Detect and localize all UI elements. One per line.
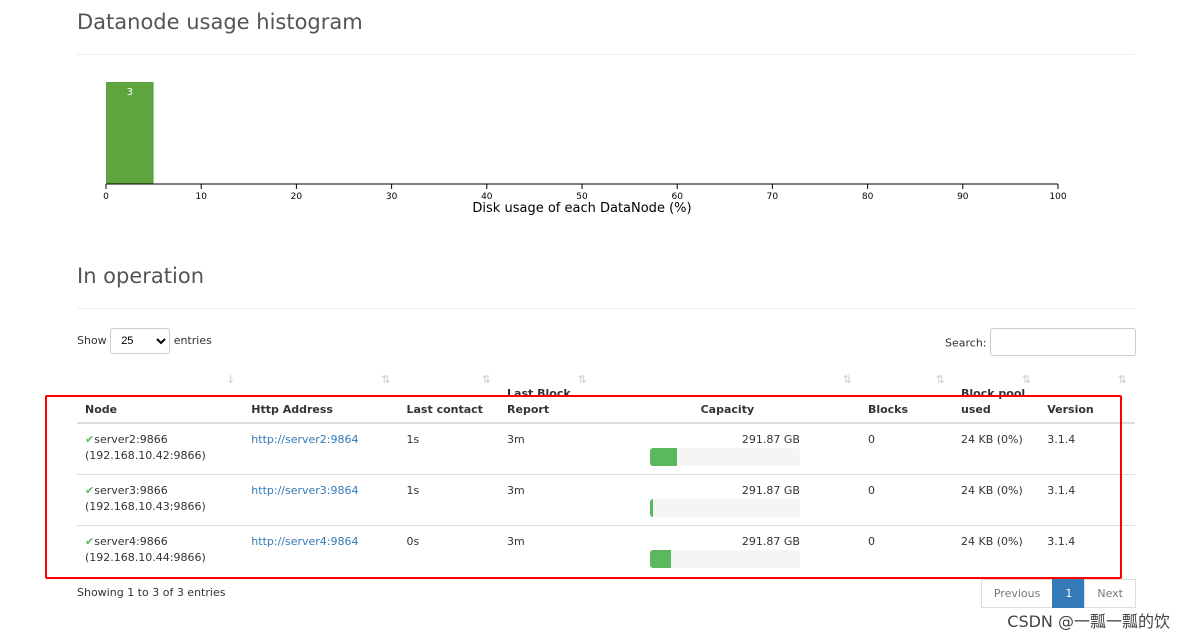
column-header[interactable]: Capacity ⇅ xyxy=(594,368,860,424)
column-label: Capacity xyxy=(700,403,755,416)
sort-icon[interactable]: ⇅ xyxy=(936,372,945,388)
usage-bar-fill xyxy=(649,499,653,517)
last-block-report: 3m xyxy=(499,474,595,526)
node-name: server2:9866 xyxy=(94,433,168,446)
last-contact: 1s xyxy=(398,422,500,475)
x-tick-label: 70 xyxy=(767,192,779,202)
http-address-link[interactable]: http://server3:9864 xyxy=(251,484,358,497)
page-size-select[interactable]: 25 xyxy=(110,328,171,354)
page-size-control: Show 25 entries xyxy=(77,328,212,354)
datanode-table: Node ↓ Http Address ⇅ Last contact ⇅ Last Bloc… xyxy=(77,368,1135,576)
table-row: ✔server2:9866 (192.168.10.42:9866) http:/… xyxy=(77,422,1135,475)
check-icon: ✔ xyxy=(85,484,95,497)
column-header[interactable]: Last Block Report ⇅ xyxy=(499,368,595,424)
column-header[interactable]: Http Address ⇅ xyxy=(243,368,399,424)
operation-title: In operation xyxy=(77,264,205,288)
x-tick-label: 20 xyxy=(291,192,303,202)
pagination: Previous 1 Next xyxy=(980,579,1136,608)
block-pool-used: 24 KB (0%) xyxy=(953,525,1040,576)
blocks: 0 xyxy=(859,474,954,526)
blocks: 0 xyxy=(859,525,954,576)
x-tick-label: 100 xyxy=(1049,192,1066,202)
show-label: Show xyxy=(77,334,107,347)
sort-icon[interactable]: ⇅ xyxy=(578,372,587,388)
version: 3.1.4 xyxy=(1039,422,1135,475)
node-name: server3:9866 xyxy=(94,484,168,497)
usage-bar xyxy=(649,499,800,517)
column-header[interactable]: Blocks ⇅ xyxy=(859,368,954,424)
sort-asc-icon[interactable]: ↓ xyxy=(226,372,235,388)
previous-button[interactable]: Previous xyxy=(980,579,1054,608)
search-input[interactable] xyxy=(990,328,1136,356)
sort-icon[interactable]: ⇅ xyxy=(843,372,852,388)
bar-label: 3 xyxy=(127,87,133,98)
check-icon: ✔ xyxy=(85,433,95,446)
column-label: Blocks xyxy=(867,403,909,416)
sort-icon[interactable]: ⇅ xyxy=(1118,372,1127,388)
column-label: Last contact xyxy=(406,403,483,416)
column-label: Http Address xyxy=(251,403,333,416)
x-tick-label: 10 xyxy=(195,192,207,202)
version: 3.1.4 xyxy=(1039,525,1135,576)
column-label: Node xyxy=(85,403,118,416)
table-row: ✔server4:9866 (192.168.10.44:9866) http:/… xyxy=(77,525,1135,576)
block-pool-used: 24 KB (0%) xyxy=(953,474,1040,526)
node-ip: (192.168.10.43:9866) xyxy=(85,500,206,513)
column-header[interactable]: Block pool used ⇅ xyxy=(953,368,1040,424)
capacity: 291.87 GB xyxy=(741,484,800,497)
watermark: CSDN @一瓢一瓢的饮 xyxy=(1007,612,1170,631)
sort-icon[interactable]: ⇅ xyxy=(381,372,390,388)
usage-histogram: 30 10 20 30 40 50 60 70 80 90 100Disk usage of eac… xyxy=(103,82,1067,216)
x-tick-label: 30 xyxy=(386,192,398,202)
search-label: Search: xyxy=(945,336,987,350)
divider xyxy=(77,54,1135,55)
check-icon: ✔ xyxy=(85,535,95,548)
x-tick-label: 80 xyxy=(862,192,874,202)
last-block-report: 3m xyxy=(499,525,595,576)
usage-bar xyxy=(649,448,800,466)
page-1-button[interactable]: 1 xyxy=(1052,579,1086,608)
x-tick-label: 0 xyxy=(103,192,109,202)
next-button[interactable]: Next xyxy=(1084,579,1136,608)
blocks: 0 xyxy=(859,422,954,475)
column-label: Last Block Report xyxy=(507,387,571,416)
column-label: Version xyxy=(1047,403,1094,416)
node-ip: (192.168.10.44:9866) xyxy=(85,551,206,564)
column-header[interactable]: Version ⇅ xyxy=(1039,368,1135,424)
usage-bar xyxy=(649,550,800,568)
search-control: Search: xyxy=(945,328,1136,356)
node-ip: (192.168.10.42:9866) xyxy=(85,449,206,462)
version: 3.1.4 xyxy=(1039,474,1135,526)
table-info: Showing 1 to 3 of 3 entries xyxy=(77,586,226,599)
divider xyxy=(77,308,1135,309)
sort-icon[interactable]: ⇅ xyxy=(1022,372,1031,388)
entries-label: entries xyxy=(173,334,212,347)
usage-bar-fill xyxy=(649,550,671,568)
http-address-link[interactable]: http://server4:9864 xyxy=(251,535,358,548)
column-header[interactable]: Node ↓ xyxy=(77,368,244,424)
last-contact: 0s xyxy=(398,525,500,576)
column-label: Block pool used xyxy=(961,387,1026,416)
sort-icon[interactable]: ⇅ xyxy=(482,372,491,388)
capacity: 291.87 GB xyxy=(741,433,800,446)
block-pool-used: 24 KB (0%) xyxy=(953,422,1040,475)
usage-bar-fill xyxy=(649,448,677,466)
column-header[interactable]: Last contact ⇅ xyxy=(398,368,500,424)
x-axis-label: Disk usage of each DataNode (%) xyxy=(472,201,691,216)
http-address-link[interactable]: http://server2:9864 xyxy=(251,433,358,446)
capacity: 291.87 GB xyxy=(741,535,800,548)
node-name: server4:9866 xyxy=(94,535,168,548)
table-row: ✔server3:9866 (192.168.10.43:9866) http:/… xyxy=(77,474,1135,526)
last-contact: 1s xyxy=(398,474,500,526)
x-tick-label: 90 xyxy=(957,192,969,202)
last-block-report: 3m xyxy=(499,422,595,475)
histogram-title: Datanode usage histogram xyxy=(77,10,363,34)
